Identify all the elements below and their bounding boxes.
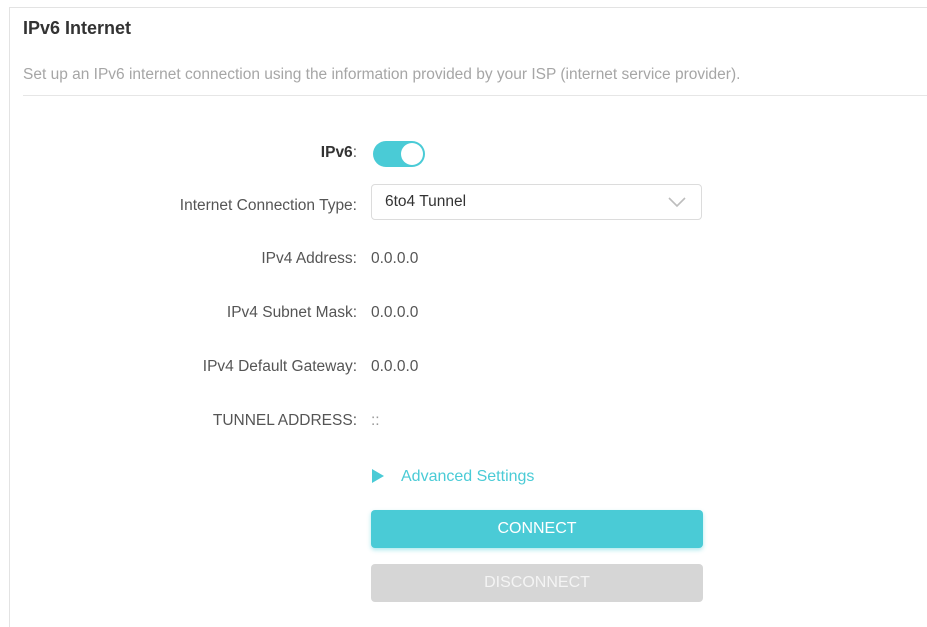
tunnel-address-row: TUNNEL ADDRESS: ::	[0, 409, 927, 433]
ipv4-subnet-mask-value: 0.0.0.0	[371, 304, 419, 321]
ipv4-subnet-mask-label: IPv4 Subnet Mask:	[226, 304, 357, 321]
ipv4-address-value: 0.0.0.0	[371, 250, 419, 267]
tunnel-address-value: ::	[371, 412, 380, 429]
ipv4-address-row: IPv4 Address: 0.0.0.0	[0, 247, 927, 271]
ipv4-address-label: IPv4 Address:	[261, 250, 357, 267]
page-title: IPv6 Internet	[23, 18, 132, 38]
divider	[23, 95, 927, 96]
chevron-down-icon	[668, 197, 686, 208]
ipv6-toggle[interactable]	[373, 141, 425, 167]
page-description: Set up an IPv6 internet connection using…	[23, 66, 741, 83]
ipv6-label: IPv6:	[320, 144, 357, 161]
ipv4-default-gateway-label: IPv4 Default Gateway:	[202, 358, 357, 375]
advanced-settings-link[interactable]: Advanced Settings	[372, 466, 534, 488]
connection-type-row: Internet Connection Type: 6to4 Tunnel	[0, 184, 927, 220]
ipv4-default-gateway-row: IPv4 Default Gateway: 0.0.0.0	[0, 355, 927, 379]
ipv6-row: IPv6:	[0, 141, 927, 167]
connection-type-select[interactable]: 6to4 Tunnel	[371, 184, 702, 220]
ipv4-default-gateway-value: 0.0.0.0	[371, 358, 419, 375]
advanced-settings-label: Advanced Settings	[401, 468, 535, 485]
tunnel-address-label: TUNNEL ADDRESS:	[212, 412, 357, 429]
connection-type-label: Internet Connection Type:	[179, 197, 357, 214]
connect-button[interactable]: CONNECT	[371, 510, 703, 548]
ipv4-subnet-mask-row: IPv4 Subnet Mask: 0.0.0.0	[0, 301, 927, 325]
connection-type-value: 6to4 Tunnel	[385, 193, 467, 210]
toggle-knob	[401, 143, 423, 165]
triangle-right-icon	[372, 469, 384, 483]
disconnect-button[interactable]: DISCONNECT	[371, 564, 703, 602]
